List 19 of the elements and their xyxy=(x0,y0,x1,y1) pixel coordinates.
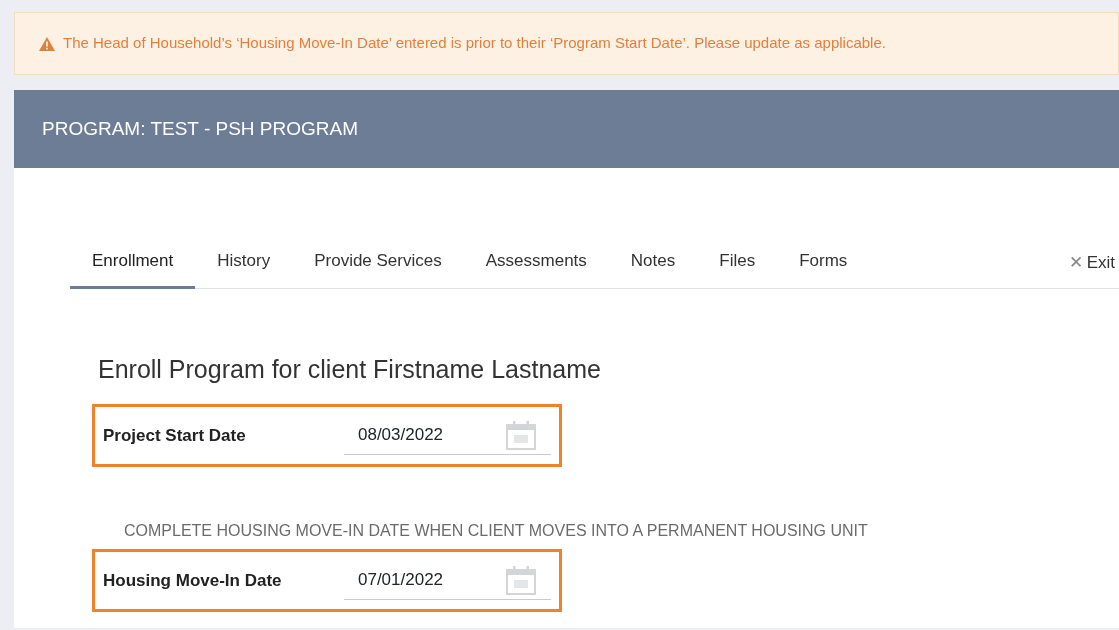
field-label: Project Start Date xyxy=(103,424,247,447)
tab[interactable]: Provide Services xyxy=(292,248,464,289)
date-field[interactable]: 07/01/2022 xyxy=(344,561,551,600)
page-heading: Enroll Program for client Firstname Lastname xyxy=(98,353,602,385)
field-label: Housing Move-In Date xyxy=(103,569,283,592)
program-title: PROGRAM: TEST - PSH PROGRAM xyxy=(42,116,358,141)
tab[interactable]: Notes xyxy=(608,248,698,289)
calendar-icon[interactable] xyxy=(505,420,537,450)
tab[interactable]: Forms xyxy=(777,248,870,289)
calendar-icon[interactable] xyxy=(505,565,537,595)
section-caption: COMPLETE HOUSING MOVE-IN DATE WHEN CLIENT MOVES INTO A PERMANENT HOUSING UNIT xyxy=(124,521,869,541)
warning-message: The Head of Household’s ‘Housing Move-In Date’ entered is prior to their ‘Program Start Date’. Please update as applicable. xyxy=(63,33,886,54)
tab[interactable]: Assessments xyxy=(463,248,609,289)
tab[interactable]: History xyxy=(195,248,293,289)
date-field[interactable]: 08/03/2022 xyxy=(344,416,551,455)
exit-button[interactable]: ✕ Exit xyxy=(1064,250,1119,288)
tab[interactable]: Enrollment xyxy=(70,248,196,289)
tab[interactable]: Files xyxy=(697,248,778,289)
warning-icon xyxy=(39,36,55,51)
